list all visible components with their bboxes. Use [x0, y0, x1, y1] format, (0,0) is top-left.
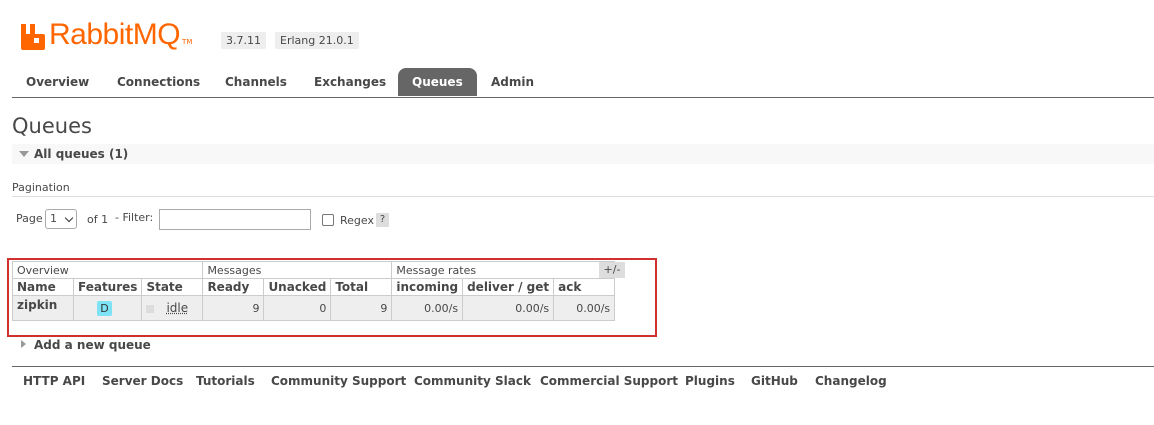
durable-badge: D	[97, 300, 112, 316]
footer-link-commercial-support[interactable]: Commercial Support	[540, 374, 678, 388]
all-queues-section-toggle[interactable]: All queues (1)	[12, 144, 1154, 164]
expand-arrow-icon	[21, 340, 26, 348]
footer-link-community-slack[interactable]: Community Slack	[414, 374, 531, 388]
col-unacked[interactable]: Unacked	[263, 278, 332, 296]
col-ready[interactable]: Ready	[202, 278, 265, 296]
footer-link-changelog[interactable]: Changelog	[815, 374, 887, 388]
footer-divider	[12, 366, 1154, 367]
footer-link-github[interactable]: GitHub	[751, 374, 798, 388]
page-label: Page	[16, 212, 43, 225]
regex-label: Regex	[340, 214, 374, 227]
footer-link-plugins[interactable]: Plugins	[685, 374, 735, 388]
page-select[interactable]: 1	[45, 209, 77, 229]
brand-wordmark: RabbitMQ	[49, 18, 181, 51]
cell-incoming: 0.00/s	[391, 295, 464, 321]
chevron-down-icon	[64, 213, 74, 223]
col-incoming[interactable]: incoming	[391, 278, 464, 296]
page-title: Queues	[12, 114, 92, 138]
group-messages: Messages	[202, 261, 393, 279]
group-overview: Overview	[11, 261, 204, 279]
rabbit-logo-icon	[21, 24, 45, 50]
filter-input[interactable]	[159, 209, 311, 230]
tab-overview[interactable]: Overview	[12, 68, 103, 96]
col-ack[interactable]: ack	[553, 278, 616, 296]
table-row: zipkin D idle 9 0 9 0.00/s 0.00/s 0.00/s	[12, 295, 616, 321]
col-deliver-get[interactable]: deliver / get	[462, 278, 555, 296]
collapse-arrow-icon	[19, 151, 29, 157]
footer-link-server-docs[interactable]: Server Docs	[102, 374, 183, 388]
pagination-heading: Pagination	[12, 181, 70, 194]
cell-unacked: 0	[263, 295, 332, 321]
erlang-version-badge: Erlang 21.0.1	[275, 32, 359, 49]
tab-channels[interactable]: Channels	[211, 68, 301, 96]
footer-link-community-support[interactable]: Community Support	[271, 374, 406, 388]
footer-link-http-api[interactable]: HTTP API	[23, 374, 85, 388]
queues-table: Overview Messages Message rates Name Fea…	[11, 261, 616, 321]
tab-queues[interactable]: Queues	[398, 68, 477, 96]
page-select-value: 1	[50, 212, 57, 225]
footer-link-tutorials[interactable]: Tutorials	[196, 374, 255, 388]
column-toggle-button[interactable]: +/-	[599, 262, 625, 278]
tab-admin[interactable]: Admin	[477, 68, 548, 96]
col-total[interactable]: Total	[330, 278, 393, 296]
cell-total: 9	[330, 295, 393, 321]
queue-name-link[interactable]: zipkin	[12, 295, 74, 321]
col-state[interactable]: State	[141, 278, 204, 296]
tab-connections[interactable]: Connections	[103, 68, 214, 96]
cell-ready: 9	[202, 295, 265, 321]
rabbitmq-logo[interactable]: RabbitMQ TM	[19, 16, 192, 50]
trademark-symbol: TM	[182, 38, 193, 46]
version-badge: 3.7.11	[221, 32, 266, 49]
group-message-rates: Message rates	[391, 261, 616, 279]
cell-ack: 0.00/s	[553, 295, 616, 321]
col-name[interactable]: Name	[12, 278, 74, 296]
queue-state: idle	[166, 301, 189, 315]
page-count-label: of 1	[87, 213, 109, 226]
cell-deliver-get: 0.00/s	[462, 295, 555, 321]
divider	[12, 196, 1154, 197]
tab-exchanges[interactable]: Exchanges	[300, 68, 400, 96]
main-nav-tabs: Overview Connections Channels Exchanges …	[12, 68, 1154, 98]
regex-help-button[interactable]: ?	[376, 213, 389, 227]
state-indicator-icon	[146, 304, 155, 313]
filter-label: - Filter:	[115, 211, 154, 224]
add-queue-heading: Add a new queue	[34, 338, 151, 352]
all-queues-heading: All queues (1)	[34, 147, 129, 161]
regex-checkbox[interactable]	[322, 214, 334, 226]
col-features[interactable]: Features	[72, 278, 143, 296]
